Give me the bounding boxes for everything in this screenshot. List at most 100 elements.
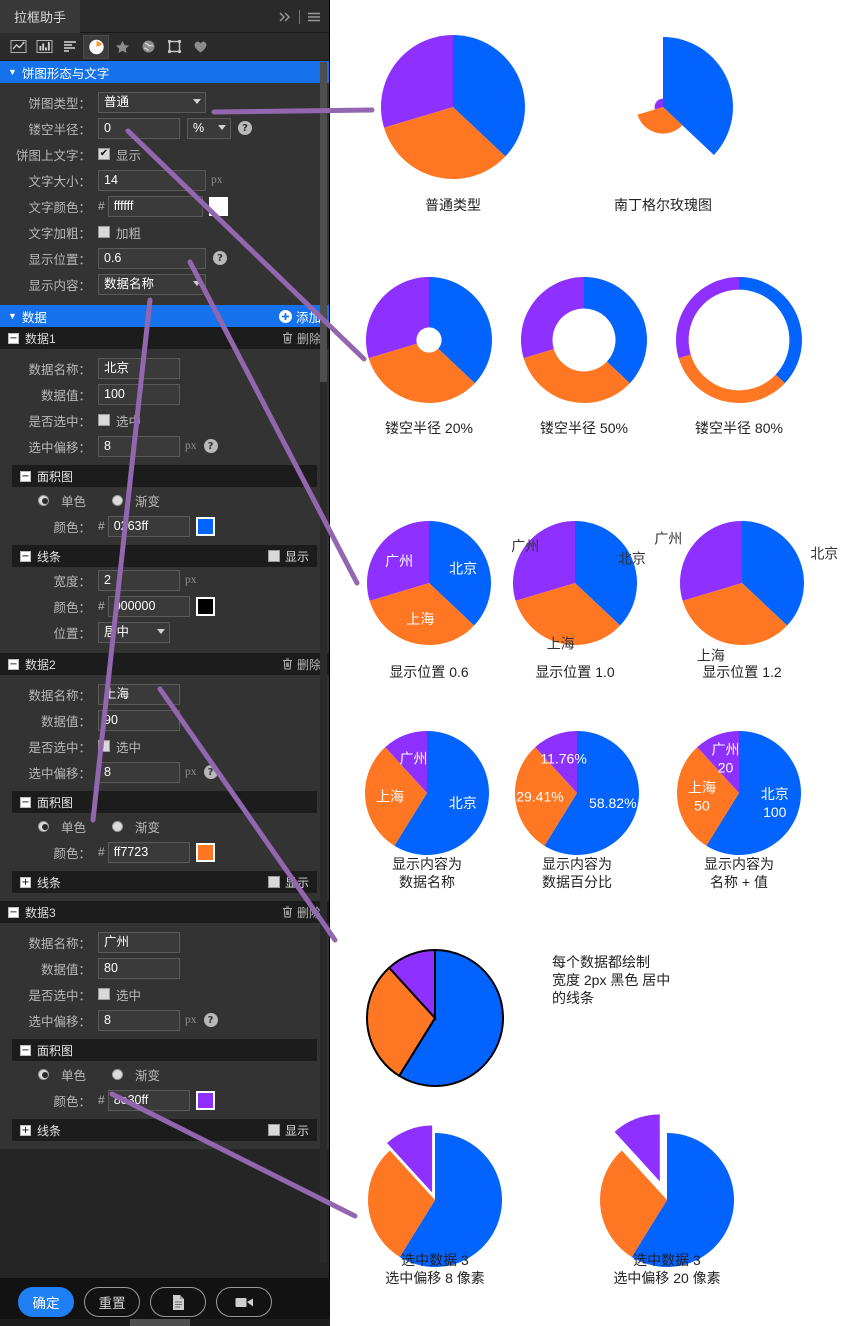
- data-selected-checkbox[interactable]: [98, 988, 110, 1000]
- data-selected-checkbox[interactable]: [98, 414, 110, 426]
- text-color-input[interactable]: ffffff: [107, 195, 203, 217]
- heart-icon[interactable]: [187, 35, 213, 59]
- data-offset-input[interactable]: 8: [98, 1009, 180, 1031]
- collapse-minus-icon[interactable]: −: [8, 906, 19, 918]
- pie-slice[interactable]: [676, 277, 739, 359]
- section-data[interactable]: ▼ 数据 添加: [0, 305, 329, 327]
- line-color-swatch[interactable]: [195, 596, 215, 616]
- fill-color-input[interactable]: ff7723: [107, 841, 190, 863]
- data-item-header-3[interactable]: − 数据3 删除: [0, 901, 329, 923]
- fill-solid-radio[interactable]: [38, 820, 49, 832]
- fill-color-swatch[interactable]: [195, 516, 215, 536]
- horizontal-bar-chart-icon[interactable]: [57, 35, 83, 59]
- collapse-minus-icon[interactable]: −: [20, 550, 31, 562]
- collapse-minus-icon[interactable]: −: [20, 470, 31, 482]
- collapse-minus-icon[interactable]: −: [20, 796, 31, 808]
- data-offset-input[interactable]: 8: [98, 435, 180, 457]
- pie-slice[interactable]: [366, 277, 429, 359]
- delete-data-button[interactable]: 删除: [282, 656, 321, 673]
- fill-color-input[interactable]: 8e30ff: [107, 1089, 190, 1111]
- data-value-input[interactable]: 80: [98, 957, 180, 979]
- data-name-input[interactable]: 北京: [98, 357, 180, 379]
- line-color-input[interactable]: 000000: [107, 595, 190, 617]
- area-section-header-3[interactable]: − 面积图: [12, 1039, 317, 1061]
- panel-horizontal-scrollbar[interactable]: [0, 1319, 330, 1326]
- delete-data-button[interactable]: 删除: [282, 330, 321, 347]
- data-item-title: 数据3: [25, 905, 56, 920]
- fill-gradient-radio[interactable]: [112, 494, 124, 506]
- collapse-minus-icon[interactable]: −: [8, 332, 19, 344]
- line-section-header-1[interactable]: − 线条 显示: [12, 545, 317, 567]
- line-section-header-3[interactable]: + 线条 显示: [12, 1119, 317, 1141]
- line-chart-icon[interactable]: [5, 35, 31, 59]
- line-show-checkbox[interactable]: [267, 876, 280, 888]
- text-size-input[interactable]: 14: [98, 169, 206, 191]
- label-position-input[interactable]: 0.6: [98, 247, 206, 269]
- help-icon[interactable]: ?: [203, 765, 218, 779]
- pie-chart-icon[interactable]: [83, 34, 109, 59]
- data-selected-checkbox[interactable]: [98, 740, 110, 752]
- app-tab[interactable]: 拉框助手: [0, 0, 81, 33]
- label-content-select[interactable]: 数据名称: [98, 273, 206, 295]
- hollow-radius-unit-select[interactable]: %: [187, 117, 231, 139]
- line-width-unit: px: [185, 574, 197, 586]
- pie-slice[interactable]: [584, 277, 647, 384]
- collapse-minus-icon[interactable]: −: [8, 658, 19, 670]
- data-offset-input[interactable]: 8: [98, 761, 180, 783]
- star-icon[interactable]: [109, 35, 135, 59]
- line-show-checkbox[interactable]: [267, 1124, 280, 1136]
- area-section-header-2[interactable]: − 面积图: [12, 791, 317, 813]
- pie-slice[interactable]: [678, 354, 785, 404]
- section-pie-shape-text[interactable]: ▼ 饼图形态与文字: [0, 61, 329, 83]
- hollow-radius-input[interactable]: 0: [98, 117, 180, 139]
- fill-solid-radio[interactable]: [38, 1068, 49, 1080]
- text-bold-checkbox[interactable]: [98, 226, 110, 238]
- fill-gradient-radio[interactable]: [112, 820, 124, 832]
- data-item-header-2[interactable]: − 数据2 删除: [0, 653, 329, 675]
- document-icon[interactable]: [150, 1287, 206, 1317]
- add-data-button[interactable]: 添加: [278, 307, 321, 326]
- reset-button[interactable]: 重置: [84, 1287, 140, 1317]
- help-icon[interactable]: ?: [203, 439, 218, 453]
- fill-color-input[interactable]: 0263ff: [107, 515, 190, 537]
- chart-caption: 选中数据 3 选中偏移 20 像素: [613, 1252, 720, 1286]
- expand-plus-icon[interactable]: +: [20, 876, 31, 888]
- chevron-double-right-icon[interactable]: [278, 11, 292, 23]
- fill-gradient-radio[interactable]: [112, 1068, 124, 1080]
- expand-plus-icon[interactable]: +: [20, 1124, 31, 1136]
- video-camera-icon[interactable]: [216, 1287, 272, 1317]
- hamburger-menu-icon[interactable]: [307, 11, 321, 23]
- help-icon[interactable]: ?: [203, 1013, 218, 1027]
- fill-color-swatch[interactable]: [195, 842, 215, 862]
- bar-chart-icon[interactable]: [31, 35, 57, 59]
- help-icon[interactable]: ?: [238, 121, 252, 135]
- data-value-input[interactable]: 90: [98, 709, 180, 731]
- line-show-checkbox[interactable]: [267, 550, 280, 562]
- line-section-header-2[interactable]: + 线条 显示: [12, 871, 317, 893]
- collapse-minus-icon[interactable]: −: [20, 1044, 31, 1056]
- panel-vertical-scrollbar[interactable]: [320, 62, 327, 1262]
- delete-data-button[interactable]: 删除: [282, 904, 321, 921]
- data-name-input[interactable]: 上海: [98, 683, 180, 705]
- pie-slice[interactable]: [521, 277, 584, 359]
- data-name-input[interactable]: 广州: [98, 931, 180, 953]
- pie-type-select[interactable]: 普通: [98, 91, 206, 113]
- fill-color-swatch[interactable]: [195, 1090, 215, 1110]
- globe-icon[interactable]: [135, 35, 161, 59]
- bounding-box-icon[interactable]: [161, 35, 187, 59]
- area-section-header-1[interactable]: − 面积图: [12, 465, 317, 487]
- pie-slice[interactable]: [739, 277, 803, 384]
- line-position-select[interactable]: 居中: [98, 621, 170, 643]
- pie-slice-label: 广州: [654, 531, 682, 547]
- confirm-button[interactable]: 确定: [18, 1287, 74, 1317]
- data-item-header-1[interactable]: − 数据1 删除: [0, 327, 329, 349]
- line-width-input[interactable]: 2: [98, 569, 180, 591]
- data-value-input[interactable]: 100: [98, 383, 180, 405]
- fill-solid-radio[interactable]: [38, 494, 49, 506]
- pie-slice[interactable]: [663, 37, 733, 156]
- help-icon[interactable]: ?: [213, 251, 227, 265]
- line-section-title: 线条: [37, 875, 62, 890]
- text-on-pie-checkbox[interactable]: [98, 148, 110, 160]
- text-color-swatch[interactable]: [208, 196, 228, 216]
- chart-caption: 镂空半径 20%: [385, 420, 473, 436]
